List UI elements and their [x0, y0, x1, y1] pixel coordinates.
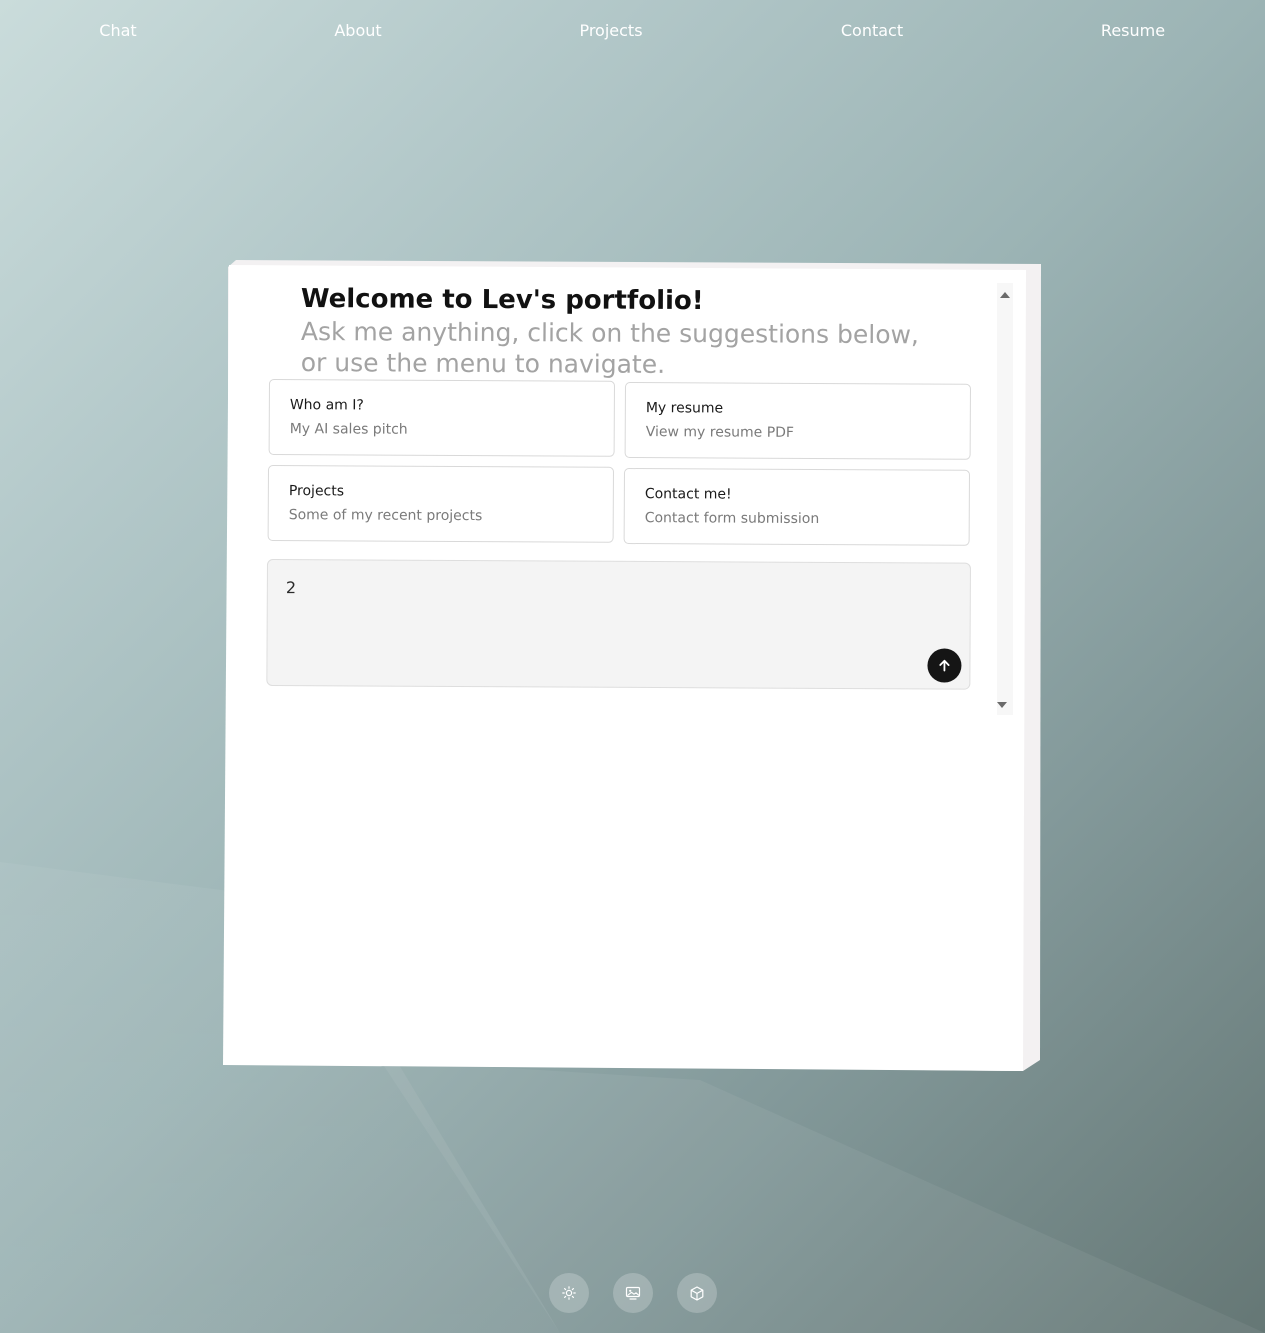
send-button[interactable] [927, 648, 962, 683]
chat-input[interactable] [285, 573, 906, 605]
suggestion-card-who-am-i[interactable]: Who am I? My AI sales pitch [268, 379, 615, 457]
chat-input-box [266, 559, 971, 690]
suggestion-subtitle: View my resume PDF [645, 424, 795, 441]
suggestion-title: My resume [645, 400, 724, 417]
sun-icon [562, 1286, 576, 1300]
suggestion-title: Projects [288, 483, 345, 500]
cube-icon [690, 1285, 704, 1301]
background-image-button[interactable] [613, 1273, 653, 1313]
scroll-up-arrow-icon[interactable] [1000, 292, 1010, 298]
nav-link-resume[interactable]: Resume [1101, 19, 1165, 43]
suggestion-title: Who am I? [289, 397, 364, 414]
scrollbar[interactable] [997, 283, 1013, 715]
3d-view-button[interactable] [677, 1273, 717, 1313]
suggestion-subtitle: Some of my recent projects [288, 507, 483, 525]
nav-link-contact[interactable]: Contact [841, 19, 903, 43]
top-nav: Chat About Projects Contact Resume [0, 19, 1265, 45]
arrow-up-icon [939, 659, 950, 672]
suggestion-subtitle: Contact form submission [644, 510, 820, 528]
nav-link-chat[interactable]: Chat [99, 19, 136, 43]
suggestion-card-contact-me[interactable]: Contact me! Contact form submission [623, 468, 970, 546]
suggestion-title: Contact me! [644, 486, 732, 503]
scroll-down-arrow-icon[interactable] [997, 702, 1007, 708]
suggestion-card-my-resume[interactable]: My resume View my resume PDF [624, 382, 971, 460]
image-icon [625, 1286, 641, 1300]
page-title: Welcome to Lev's portfolio! [300, 284, 704, 317]
suggestion-subtitle: My AI sales pitch [289, 421, 408, 438]
suggestion-card-projects[interactable]: Projects Some of my recent projects [267, 465, 614, 543]
page-subtitle: Ask me anything, click on the suggestion… [300, 317, 920, 379]
theme-toggle-button[interactable] [549, 1273, 589, 1313]
nav-link-about[interactable]: About [334, 19, 381, 43]
nav-link-projects[interactable]: Projects [579, 19, 642, 43]
